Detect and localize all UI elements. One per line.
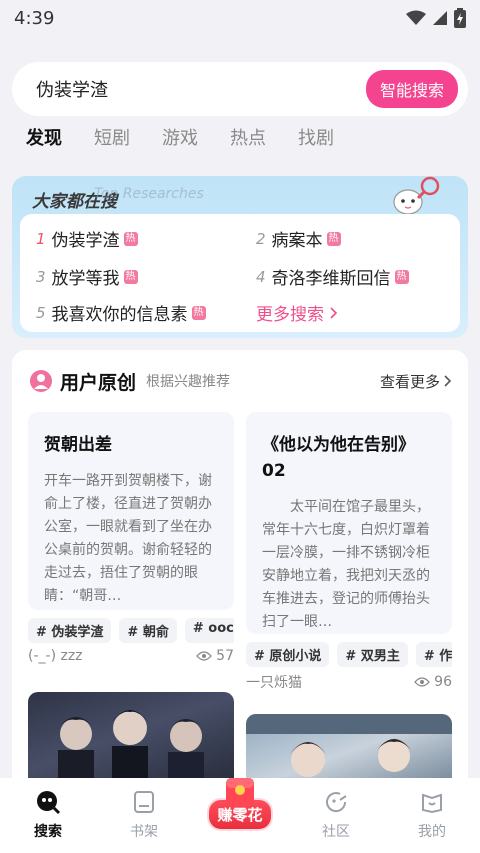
story-cover-image[interactable] [28,692,234,790]
hot-rank: 3 [36,267,46,286]
tab-trending[interactable]: 热点 [230,124,266,154]
tab-games[interactable]: 游戏 [162,124,198,154]
hot-item[interactable]: 3 放学等我 热 [36,264,138,289]
story-excerpt: 开车一路开到贺朝楼下，谢俞上了楼，径直进了贺朝办公室，一眼就看到了坐在办公桌前的… [44,473,212,604]
hot-item-text: 放学等我 [51,269,120,289]
nav-label: 社区 [322,824,350,840]
view-count: 96 [434,674,452,690]
community-icon [323,789,349,815]
bookshelf-icon [131,789,157,815]
view-more-label: 查看更多 [379,372,440,391]
hot-badge: 热 [394,269,409,284]
story-card[interactable]: 贺朝出差 开车一路开到贺朝楼下，谢俞上了楼，径直进了贺朝办公室，一眼就看到了坐在… [28,412,234,610]
hot-item[interactable]: 4 奇洛李维斯回信 热 [256,264,409,289]
hot-badge: 热 [123,231,138,246]
search-input[interactable]: 伪装学渣 智能搜索 [12,62,468,116]
story-card[interactable]: 《他以为他在告别》02 太平间在馆子最里头，常年十六七度，白炽灯罩着一层冷膜，一… [246,412,452,634]
status-icons [406,8,466,28]
tab-find-drama[interactable]: 找剧 [298,124,334,154]
view-more-button[interactable]: 查看更多 [380,371,452,392]
user-original-icon [30,370,52,392]
story-author: 一只烁猫 [246,675,302,691]
nav-label: 书架 [130,824,158,840]
status-bar: 4:39 [0,0,480,36]
hot-item-text: 伪装学渣 [51,231,120,251]
story-meta: 一只烁猫 96 [246,672,452,692]
status-time: 4:39 [14,7,55,29]
nav-community[interactable]: 社区 [288,778,384,853]
category-tabs: 发现 短剧 游戏 热点 找剧 [26,124,334,154]
story-tag[interactable]: # 朝俞 [119,618,177,643]
hot-rank: 1 [36,229,46,248]
story-tags: # 原创小说 # 双男主 # 作 [246,642,452,667]
hot-item-text: 病案本 [271,231,323,251]
nav-search[interactable]: 搜索 [0,778,96,853]
battery-icon [454,8,466,28]
hot-item-text: 我喜欢你的信息素 [51,305,188,325]
story-title: 《他以为他在告别》02 [262,435,415,481]
story-tag[interactable]: # 双男主 [337,642,408,667]
story-tag[interactable]: # 作 [415,642,452,667]
eye-icon [196,651,213,661]
smart-search-button[interactable]: 智能搜索 [365,70,458,108]
story-tag[interactable]: # 原创小说 [246,642,330,667]
chevron-right-icon [444,375,452,387]
hot-badge: 热 [123,269,138,284]
search-query: 伪装学渣 [36,80,108,101]
ugc-title: 用户原创 [60,371,137,394]
signal-icon [433,11,447,25]
story-title: 贺朝出差 [44,435,112,455]
story-excerpt: 太平间在馆子最里头，常年十六七度，白炽灯罩着一层冷膜，一排不锈钢冷柜安静地立着，… [262,499,430,630]
tab-discover[interactable]: 发现 [26,124,62,154]
hot-header: 大家都在搜 Top Researches [32,184,204,214]
hot-searches-card: 大家都在搜 Top Researches 1 伪装学渣 热 2 病案本 热 3 … [12,176,468,338]
view-count: 57 [216,648,234,664]
hot-rank: 4 [256,267,266,286]
search-icon [35,789,61,815]
story-views: 57 [196,648,234,664]
tab-short-drama[interactable]: 短剧 [94,124,130,154]
eye-icon [414,677,431,687]
wifi-icon [406,10,426,25]
story-tags: # 伪装学渣 # 朝俞 # ooc [28,618,234,643]
bottom-nav: 搜索 书架 赚零花 社区 我的 [0,778,480,853]
ugc-header: 用户原创 根据兴趣推荐 查看更多 [30,366,452,396]
red-packet-icon [226,778,254,804]
nav-earn[interactable]: 赚零花 [192,778,288,853]
hot-item[interactable]: 5 我喜欢你的信息素 热 [36,300,206,325]
more-search-link[interactable]: 更多搜索 [256,300,338,325]
profile-icon [419,789,445,815]
hot-badge: 热 [191,305,206,320]
story-tag[interactable]: # 伪装学渣 [28,618,112,643]
nav-bookshelf[interactable]: 书架 [96,778,192,853]
hot-watermark: Top Researches [94,186,204,202]
story-tag[interactable]: # ooc [184,618,234,643]
hot-item[interactable]: 2 病案本 热 [256,226,341,251]
nav-profile[interactable]: 我的 [384,778,480,853]
chevron-right-icon [330,306,338,319]
hot-item-text: 奇洛李维斯回信 [271,269,391,289]
user-original-section: 用户原创 根据兴趣推荐 查看更多 贺朝出差 开车一路开到贺朝楼下，谢俞上了楼，径… [12,350,468,790]
story-author: (-_-) zzz [28,648,83,664]
story-meta: (-_-) zzz 57 [28,648,234,664]
story-views: 96 [414,674,452,690]
nav-label: 我的 [418,824,446,840]
hot-item[interactable]: 1 伪装学渣 热 [36,226,138,251]
hot-list: 1 伪装学渣 热 2 病案本 热 3 放学等我 热 4 奇洛李维斯回信 热 5 … [20,214,460,332]
more-search-label: 更多搜索 [256,305,324,325]
hot-rank: 2 [256,229,266,248]
ugc-subtitle: 根据兴趣推荐 [146,374,231,390]
hot-badge: 热 [326,231,341,246]
nav-label: 搜索 [34,824,62,840]
earn-badge: 赚零花 [205,772,275,836]
hot-rank: 5 [36,303,46,322]
mascot-illustration [393,176,440,215]
